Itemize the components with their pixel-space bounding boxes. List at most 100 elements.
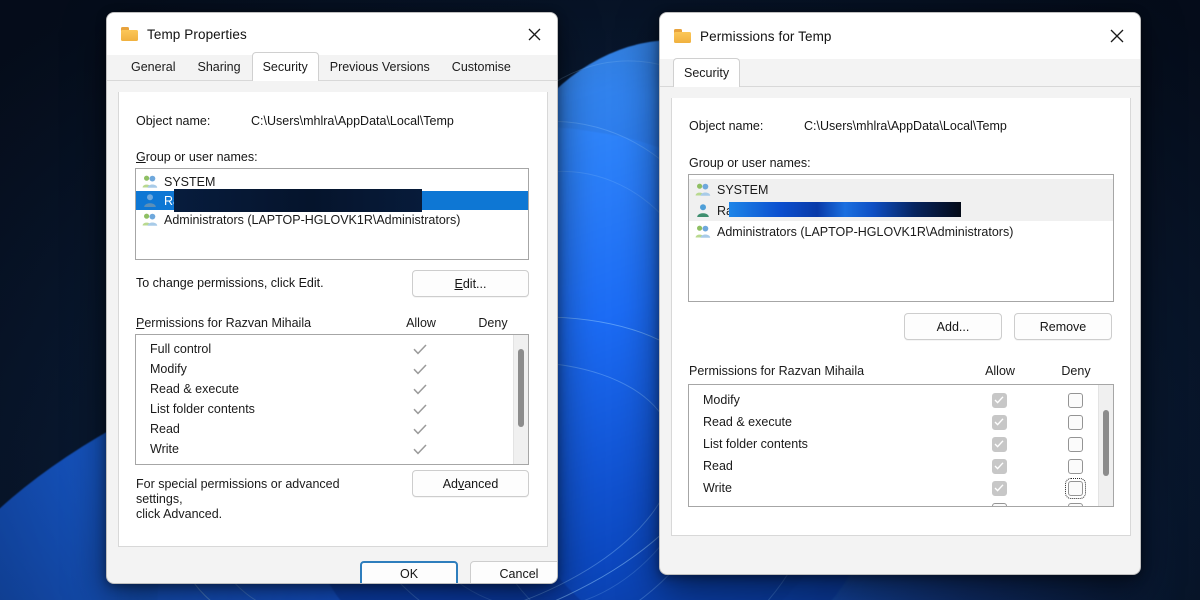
- tab-customise[interactable]: Customise: [440, 54, 522, 80]
- allow-cell[interactable]: [384, 383, 456, 395]
- table-row[interactable]: Modify: [689, 389, 1113, 411]
- advanced-hint-line-1: For special permissions or advanced sett…: [136, 477, 340, 506]
- check-icon: [413, 343, 427, 354]
- tab-security[interactable]: Security: [673, 58, 741, 87]
- allow-cell[interactable]: [384, 403, 456, 415]
- permissions-for-temp-dialog: Permissions for Temp Security Object nam…: [659, 12, 1141, 575]
- list-item[interactable]: Administrators (LAPTOP-HGLOVK1R\Administ…: [136, 210, 528, 229]
- table-row[interactable]: Read: [136, 419, 528, 439]
- check-icon: [413, 403, 427, 414]
- folder-icon: [674, 29, 691, 43]
- table-row[interactable]: Full control: [136, 339, 528, 359]
- check-icon: [994, 396, 1004, 404]
- table-row[interactable]: Read: [689, 455, 1113, 477]
- temp-properties-dialog: Temp Properties General Sharing Security…: [106, 12, 558, 584]
- tab-sharing[interactable]: Sharing: [186, 54, 252, 80]
- advanced-hint-line-2: click Advanced.: [136, 507, 223, 521]
- permissions-listbox[interactable]: Modify Read & execute List folder conten…: [688, 384, 1114, 507]
- list-item-label: Administrators (LAPTOP-HGLOVK1R\Administ…: [717, 224, 1014, 239]
- allow-checkbox: [961, 436, 1037, 452]
- permissions-listbox[interactable]: Full control Modify Read & execute List …: [135, 334, 529, 465]
- advanced-button[interactable]: Advanced: [412, 470, 529, 497]
- table-row[interactable]: List folder contents: [136, 399, 528, 419]
- permissions-scrollbar[interactable]: [1098, 385, 1113, 506]
- list-item[interactable]: Ra: [689, 200, 1113, 221]
- allow-checkbox[interactable]: [961, 502, 1037, 506]
- group-users-icon: [142, 174, 158, 189]
- edit-button-rest: dit...: [462, 276, 487, 291]
- remove-button[interactable]: Remove: [1014, 313, 1112, 340]
- object-name-label: Object name:: [136, 114, 211, 128]
- allow-checkbox: [961, 458, 1037, 474]
- permissions-for-label: Permissions for Razvan Mihaila: [689, 364, 865, 378]
- permissions-tabstrip: Security: [660, 58, 1140, 87]
- allow-cell[interactable]: [384, 343, 456, 355]
- properties-title: Temp Properties: [147, 26, 247, 42]
- tab-general[interactable]: General: [120, 54, 187, 80]
- desktop: Temp Properties General Sharing Security…: [0, 0, 1200, 600]
- tab-previous-versions[interactable]: Previous Versions: [318, 54, 441, 80]
- properties-security-page: Object name: C:\Users\mhlra\AppData\Loca…: [118, 92, 548, 547]
- object-name-value: C:\Users\mhlra\AppData\Local\Temp: [804, 119, 1007, 133]
- allow-checkbox: [961, 480, 1037, 496]
- permission-name: List folder contents: [703, 437, 808, 451]
- list-item[interactable]: SYSTEM: [689, 179, 1113, 200]
- allow-column-header: Allow: [985, 364, 1015, 378]
- table-row-partial[interactable]: [689, 499, 1113, 506]
- permissions-titlebar: Permissions for Temp: [660, 13, 1140, 59]
- permission-name: Modify: [150, 362, 187, 376]
- group-user-listbox[interactable]: SYSTEM Ra Administrators (LAPTOP-HGLOVK1…: [688, 174, 1114, 302]
- table-row[interactable]: Read & execute: [136, 379, 528, 399]
- allow-checkbox: [961, 414, 1037, 430]
- ok-button[interactable]: OK: [360, 561, 458, 583]
- cancel-button[interactable]: Cancel: [470, 561, 557, 583]
- permissions-scrollbar[interactable]: [513, 335, 528, 464]
- permission-name: Read: [150, 422, 180, 436]
- change-permissions-hint: To change permissions, click Edit.: [136, 276, 324, 290]
- check-icon: [994, 462, 1004, 470]
- list-item[interactable]: Administrators (LAPTOP-HGLOVK1R\Administ…: [689, 221, 1113, 242]
- properties-titlebar: Temp Properties: [107, 13, 557, 55]
- permissions-rows: Modify Read & execute List folder conten…: [689, 385, 1113, 506]
- edit-button[interactable]: Edit...: [412, 270, 529, 297]
- table-row[interactable]: Modify: [136, 359, 528, 379]
- properties-object-name-row: Object name: C:\Users\mhlra\AppData\Loca…: [136, 114, 536, 128]
- list-item-label: Administrators (LAPTOP-HGLOVK1R\Administ…: [164, 212, 461, 227]
- close-icon[interactable]: [1094, 13, 1140, 59]
- table-row[interactable]: List folder contents: [689, 433, 1113, 455]
- list-item[interactable]: Ra: [136, 189, 528, 212]
- scrollbar-thumb[interactable]: [518, 349, 524, 427]
- group-user-listbox[interactable]: SYSTEM Ra Administrators (LAPTOP-HGLOVK1…: [135, 168, 529, 260]
- permission-name: Modify: [703, 393, 740, 407]
- add-button[interactable]: Add...: [904, 313, 1002, 340]
- table-row[interactable]: Write: [136, 439, 528, 459]
- redaction-bar: [174, 189, 422, 212]
- deny-column-header: Deny: [1061, 364, 1091, 378]
- object-name-value: C:\Users\mhlra\AppData\Local\Temp: [251, 114, 454, 128]
- group-users-icon: [695, 224, 711, 239]
- group-or-user-names-label: Group or user names:: [136, 150, 258, 164]
- close-icon[interactable]: [511, 13, 557, 55]
- allow-cell[interactable]: [384, 423, 456, 435]
- permission-name: Write: [150, 442, 179, 456]
- permissions-for-rest: ermissions for Razvan Mihaila: [144, 316, 312, 330]
- tab-security[interactable]: Security: [251, 52, 319, 81]
- allow-checkbox: [961, 392, 1037, 408]
- permission-name: Read & execute: [150, 382, 239, 396]
- table-row[interactable]: Read & execute: [689, 411, 1113, 433]
- permission-name: List folder contents: [150, 402, 255, 416]
- allow-cell[interactable]: [384, 363, 456, 375]
- check-icon: [413, 443, 427, 454]
- scrollbar-thumb[interactable]: [1103, 410, 1109, 476]
- check-icon: [413, 383, 427, 394]
- advanced-hint: For special permissions or advanced sett…: [136, 477, 386, 522]
- add-remove-button-group: Add... Remove: [904, 313, 1112, 340]
- permissions-object-name-row: Object name: C:\Users\mhlra\AppData\Loca…: [689, 119, 1119, 133]
- check-icon: [994, 484, 1004, 492]
- table-row[interactable]: Write: [689, 477, 1113, 499]
- permissions-for-label: Permissions for Razvan Mihaila: [136, 316, 312, 330]
- group-users-icon: [142, 212, 158, 227]
- redaction-bar: [729, 202, 961, 217]
- check-icon: [994, 440, 1004, 448]
- allow-cell[interactable]: [384, 443, 456, 455]
